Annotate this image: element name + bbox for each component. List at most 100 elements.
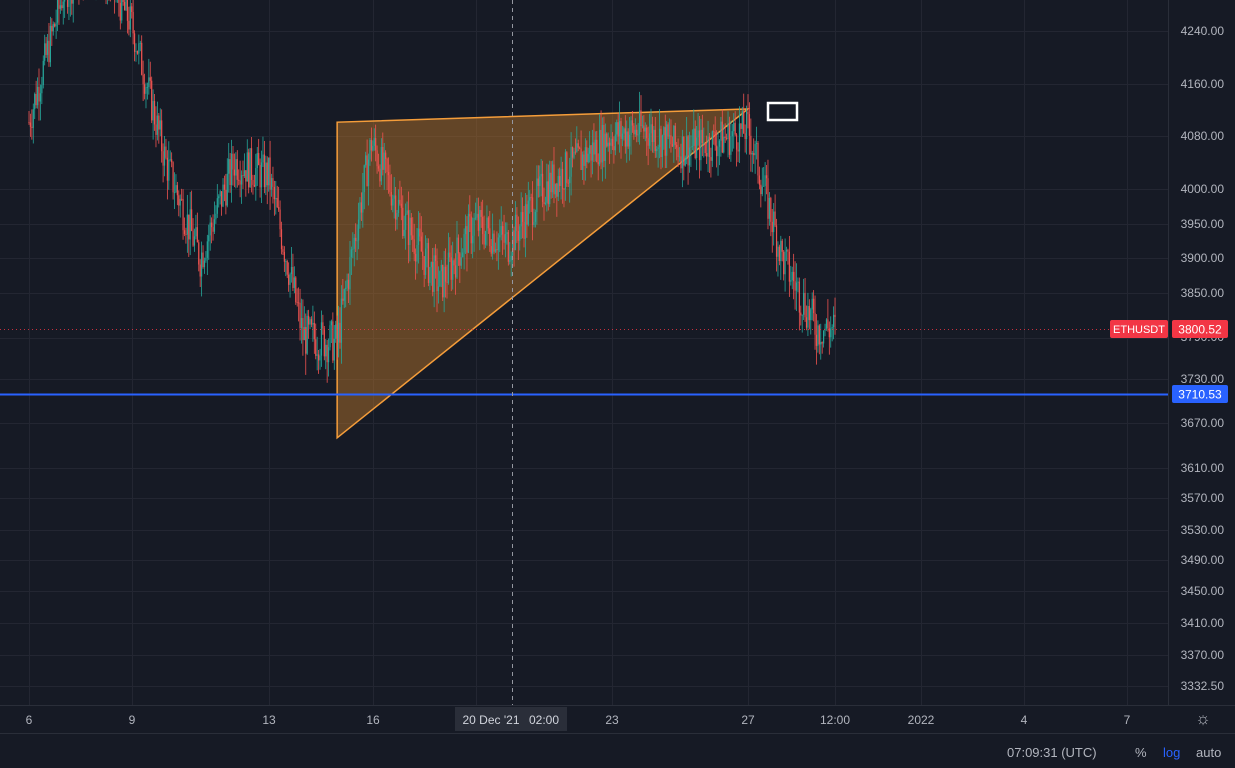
candle-body	[34, 93, 36, 110]
candle-body	[630, 120, 632, 136]
time-axis[interactable]: 6 9 13 16 23 27 12:00 2022 4 7	[26, 713, 1131, 727]
candle-body	[161, 120, 163, 152]
candle-body	[228, 159, 230, 174]
candle-body	[784, 251, 786, 275]
candle-body	[337, 322, 340, 343]
gear-icon[interactable]: ☼	[1193, 709, 1213, 729]
candle-body	[763, 185, 765, 187]
price-tick-label: 4160.00	[1181, 77, 1225, 91]
candle-body	[616, 122, 618, 135]
candle-body	[678, 156, 681, 158]
candle-body	[721, 121, 723, 153]
candle-body	[482, 216, 484, 235]
candle-body	[323, 328, 325, 357]
candle-body	[571, 147, 574, 158]
candle-body	[215, 213, 217, 220]
candle-body	[146, 87, 149, 88]
candle-body	[52, 24, 54, 32]
candle-body	[64, 0, 66, 2]
price-axis[interactable]: 4240.00 4160.00 4080.00 4000.00 3950.00 3900.…	[1181, 24, 1225, 693]
candle-body	[661, 135, 664, 158]
candle-body	[289, 274, 291, 285]
candle-body	[489, 228, 491, 247]
candle-body	[389, 175, 391, 192]
utc-clock[interactable]: 07:09:31 (UTC)	[1007, 745, 1097, 760]
candle-body	[533, 221, 535, 225]
candle-body	[390, 191, 392, 206]
candle-body	[531, 197, 534, 225]
price-chart[interactable]: 4240.00 4160.00 4080.00 4000.00 3950.00 3900.…	[0, 0, 1235, 733]
price-tick-label: 3900.00	[1181, 251, 1225, 265]
candle-body	[559, 176, 561, 186]
candle-body	[31, 126, 33, 128]
candle-body	[397, 199, 400, 214]
candle-body	[125, 0, 127, 11]
candle-body	[386, 158, 388, 173]
candle-body	[178, 195, 180, 206]
candle-body	[519, 226, 521, 241]
candle-body	[282, 249, 284, 252]
candle-body	[707, 136, 709, 157]
candle-body	[613, 146, 615, 151]
candle-body	[683, 136, 685, 166]
log-scale-toggle[interactable]: log	[1163, 745, 1180, 760]
candle-body	[51, 25, 53, 32]
candle-body	[620, 121, 622, 139]
candle-body	[570, 147, 572, 177]
candle-body	[406, 210, 408, 214]
price-tick-label: 3670.00	[1181, 416, 1225, 430]
candle-body	[697, 130, 699, 138]
candle-body	[353, 237, 355, 249]
candle-body	[823, 330, 825, 344]
candle-body	[580, 148, 582, 171]
candle-body	[760, 184, 762, 195]
candle-body	[259, 165, 261, 188]
candle-body	[213, 219, 216, 232]
candle-body	[765, 175, 768, 179]
candle-body	[216, 198, 218, 214]
candle-body	[460, 257, 462, 266]
candle-body	[412, 235, 414, 240]
candle-body	[195, 227, 197, 237]
status-bar: 07:09:31 (UTC) % log auto	[0, 733, 1235, 768]
candle-body	[162, 151, 164, 166]
candle-body	[131, 6, 133, 12]
candle-body	[584, 147, 586, 166]
candle-body	[363, 165, 365, 193]
candle-body	[201, 252, 203, 277]
candle-body	[540, 173, 542, 177]
candle-body	[250, 148, 253, 180]
time-tick-label: 12:00	[820, 713, 850, 727]
candle-body	[748, 114, 751, 136]
candle-body	[383, 152, 385, 170]
auto-scale-toggle[interactable]: auto	[1196, 745, 1221, 760]
price-tick-label: 3450.00	[1181, 584, 1225, 598]
candle-body	[126, 0, 129, 21]
percent-scale-toggle[interactable]: %	[1135, 745, 1147, 760]
breakout-marker[interactable]	[766, 101, 799, 122]
candle-body	[151, 80, 153, 121]
candle-body	[477, 213, 479, 231]
candle-body	[136, 51, 139, 54]
candle-body	[424, 248, 427, 275]
crosshair-hour: 02:00	[529, 713, 559, 727]
candle-body	[265, 162, 267, 188]
candle-body	[753, 153, 755, 156]
candle-body	[788, 251, 790, 282]
candle-body	[730, 136, 732, 155]
time-tick-label: 6	[26, 713, 33, 727]
crosshair-time-label: 20 Dec '21 02:00	[455, 707, 567, 731]
candle-body	[393, 195, 395, 199]
candle-body	[139, 42, 141, 44]
candle-body	[118, 0, 120, 3]
candle-body	[653, 129, 655, 142]
candle-body	[504, 233, 507, 243]
candle-body	[319, 355, 321, 361]
candle-body	[28, 122, 30, 123]
candle-body	[644, 127, 646, 132]
candle-body	[173, 192, 176, 193]
candle-body	[550, 172, 552, 193]
candle-body	[733, 122, 735, 132]
candle-body	[527, 200, 529, 225]
candle-body	[656, 149, 658, 152]
